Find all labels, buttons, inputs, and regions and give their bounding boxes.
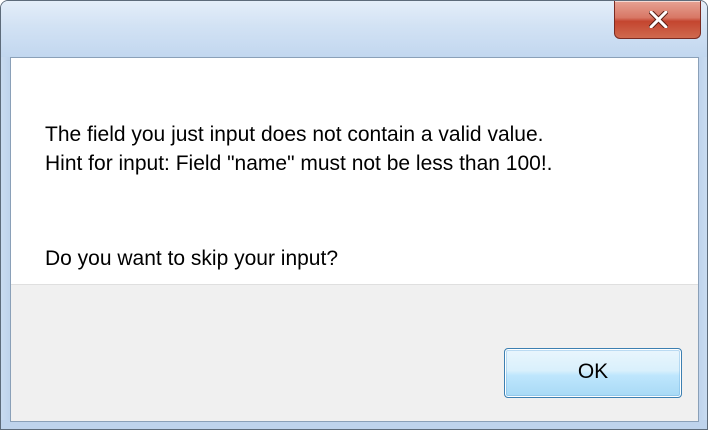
- message-area: The field you just input does not contai…: [11, 58, 698, 284]
- skip-question: Do you want to skip your input?: [45, 247, 338, 270]
- dialog-window: The field you just input does not contai…: [0, 0, 708, 430]
- error-message: The field you just input does not contai…: [45, 120, 553, 178]
- dialog-client-area: The field you just input does not contai…: [10, 57, 699, 422]
- message-line-2: Hint for input: Field "name" must not be…: [45, 152, 553, 175]
- window-frame-right: [698, 57, 707, 429]
- button-bar: OK: [11, 284, 698, 421]
- message-line-1: The field you just input does not contai…: [45, 123, 544, 146]
- title-bar[interactable]: [1, 1, 707, 57]
- close-icon: [649, 11, 668, 28]
- window-frame-left: [1, 57, 10, 429]
- close-button[interactable]: [614, 1, 701, 39]
- ok-button[interactable]: OK: [504, 348, 682, 398]
